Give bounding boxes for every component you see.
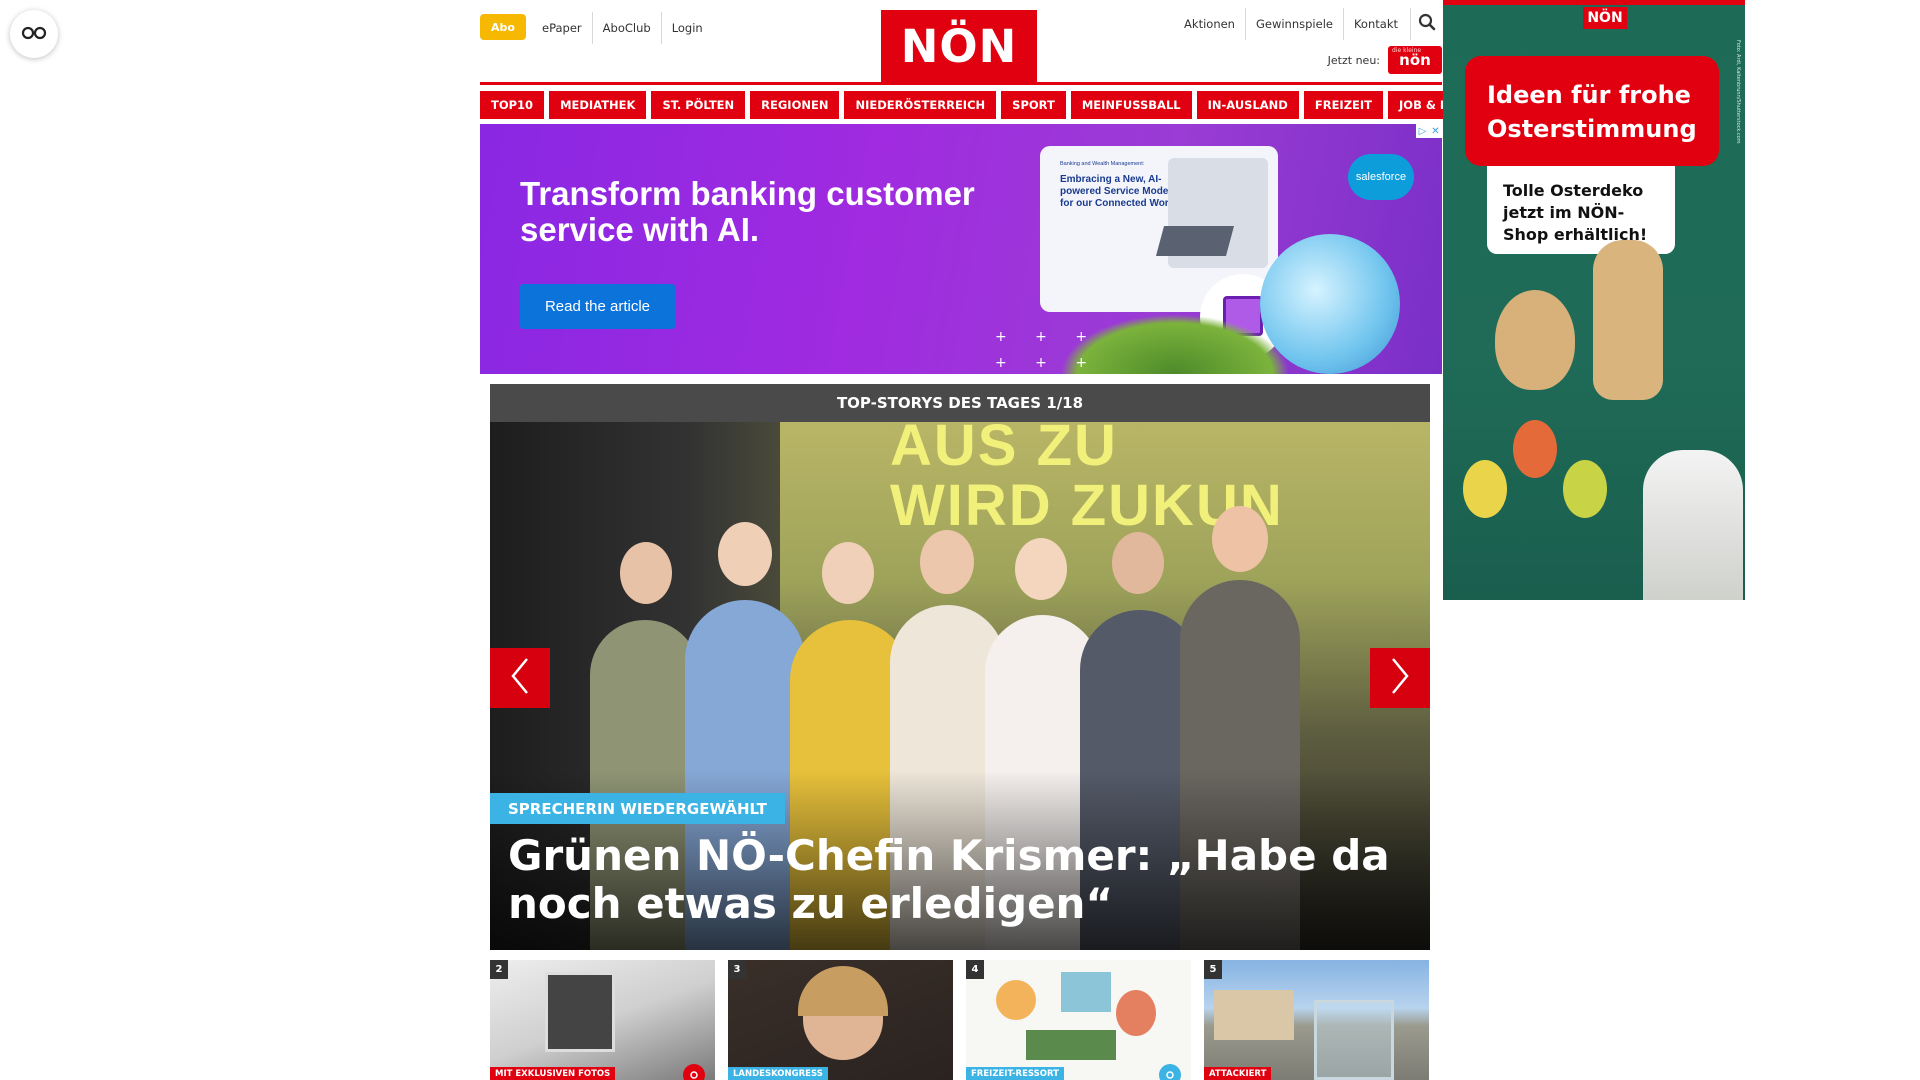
nav-item-sport[interactable]: SPORT	[1001, 91, 1066, 119]
adchoices-icon[interactable]: ▷	[1416, 124, 1429, 138]
side-ad-easter[interactable]: NÖN Foto: Ardi, Kaltenbrunn/Shutterstock…	[1443, 0, 1745, 600]
side-ad-bubble: Ideen für frohe Osterstimmung	[1465, 56, 1719, 166]
ad-card-kicker: Banking and Wealth Management:	[1060, 161, 1145, 167]
ad-choices[interactable]: ▷ ✕	[1416, 124, 1442, 138]
chevron-right-icon	[1389, 656, 1411, 700]
side-ad-note: Tolle Osterdeko jetzt im NÖN-Shop erhält…	[1487, 166, 1675, 254]
story-thumbnails: 2 MIT EXKLUSIVEN FOTOS 3 LANDESKONGRESS …	[490, 960, 1430, 1080]
header-divider	[480, 82, 1442, 85]
side-ad-topline	[1443, 0, 1745, 5]
aboclub-link[interactable]: AboClub	[591, 12, 661, 44]
login-link[interactable]: Login	[660, 12, 713, 44]
easter-egg-decor	[1495, 290, 1575, 390]
egg-sticks-decor	[1463, 420, 1613, 540]
top-links-left: ePaper AboClub Login	[532, 12, 713, 44]
story-kicker: SPRECHERIN WIEDERGEWÄHLT	[490, 793, 785, 824]
slider-next-button[interactable]	[1370, 648, 1430, 708]
top-stories-slider: TOP-STORYS DES TAGES 1/18 AUS ZU WIRD ZU…	[490, 384, 1430, 950]
thumbnail-number: 4	[966, 960, 984, 979]
thumbnail-tag: LANDESKONGRESS	[728, 1067, 828, 1080]
nav-item-st-poelten[interactable]: ST. PÖLTEN	[651, 91, 746, 119]
aktionen-link[interactable]: Aktionen	[1174, 8, 1245, 40]
reader-mode-button[interactable]	[10, 10, 58, 58]
ad-decor-dots: + + + + + +	[995, 329, 1100, 371]
epaper-link[interactable]: ePaper	[532, 12, 592, 44]
thumbnail-number: 2	[490, 960, 508, 979]
top-links-right: Aktionen Gewinnspiele Kontakt	[1174, 8, 1442, 40]
gewinnspiele-link[interactable]: Gewinnspiele	[1244, 8, 1343, 40]
chevron-left-icon	[509, 656, 531, 700]
ad-close-icon[interactable]: ✕	[1429, 124, 1442, 138]
nav-item-in-ausland[interactable]: IN-AUSLAND	[1196, 91, 1299, 119]
bunny-photo	[1643, 450, 1743, 600]
thumbnail-tag: ATTACKIERT	[1204, 1067, 1272, 1080]
thumbnail-2[interactable]: 2 MIT EXKLUSIVEN FOTOS	[490, 960, 715, 1080]
side-ad-headline: Ideen für frohe Osterstimmung	[1487, 81, 1697, 143]
thumbnail-number: 5	[1204, 960, 1222, 979]
site-logo[interactable]: NÖN	[881, 10, 1037, 82]
kleine-noen-badge[interactable]: nön	[1388, 46, 1442, 74]
abo-button[interactable]: Abo	[480, 14, 526, 40]
jetzt-neu-label: Jetzt neu:	[1327, 53, 1380, 67]
main-nav: TOP10 MEDIATHEK ST. PÖLTEN REGIONEN NIED…	[480, 91, 1516, 119]
kontakt-link[interactable]: Kontakt	[1342, 8, 1408, 40]
top-story-slide[interactable]: AUS ZU WIRD ZUKUN SPRECHERIN WIEDERGEWÄH…	[490, 422, 1430, 950]
nav-item-meinfussball[interactable]: MEINFUSSBALL	[1070, 91, 1192, 119]
nav-item-top10[interactable]: TOP10	[480, 91, 545, 119]
story-headline[interactable]: Grünen NÖ-Chefin Krismer: „Habe da noch …	[508, 832, 1418, 928]
camera-icon	[1159, 1064, 1181, 1080]
thumbnail-tag: FREIZEIT-RESSORT	[966, 1067, 1064, 1080]
nav-item-freizeit[interactable]: FREIZEIT	[1303, 91, 1384, 119]
nav-item-regionen[interactable]: REGIONEN	[750, 91, 840, 119]
side-ad-note-text: Tolle Osterdeko jetzt im NÖN-Shop erhält…	[1503, 181, 1648, 244]
thumbnail-5[interactable]: 5 ATTACKIERT	[1204, 960, 1429, 1080]
glasses-icon	[21, 25, 47, 44]
rabbit-decor	[1593, 240, 1663, 400]
nav-item-niederoesterreich[interactable]: NIEDERÖSTERREICH	[844, 91, 997, 119]
search-button[interactable]	[1410, 8, 1442, 40]
top-stories-header: TOP-STORYS DES TAGES 1/18	[490, 384, 1430, 422]
side-ad-credit: Foto: Ardi, Kaltenbrunn/Shutterstock.com	[1735, 40, 1741, 144]
camera-icon	[683, 1064, 705, 1080]
ad-read-article-button[interactable]: Read the article	[520, 284, 675, 329]
ad-headline: Transform banking customer service with …	[520, 175, 975, 248]
nav-item-mediathek[interactable]: MEDIATHEK	[549, 91, 647, 119]
thumbnail-4[interactable]: 4 FREIZEIT-RESSORT	[966, 960, 1191, 1080]
side-ad-logo: NÖN	[1583, 7, 1627, 29]
thumbnail-3[interactable]: 3 LANDESKONGRESS	[728, 960, 953, 1080]
banner-ad[interactable]: Transform banking customer service with …	[480, 124, 1442, 374]
salesforce-logo: salesforce	[1348, 154, 1414, 200]
thumbnail-tag: MIT EXKLUSIVEN FOTOS	[490, 1067, 616, 1080]
ad-card-title: Embracing a New, AI-powered Service Mode…	[1060, 174, 1178, 209]
search-icon	[1418, 13, 1436, 35]
jetzt-neu-promo[interactable]: Jetzt neu: nön	[1328, 46, 1442, 74]
top-bar: Abo ePaper AboClub Login NÖN Aktionen Ge…	[480, 0, 1442, 82]
slider-prev-button[interactable]	[490, 648, 550, 708]
main-column: Abo ePaper AboClub Login NÖN Aktionen Ge…	[480, 0, 1516, 1080]
thumbnail-number: 3	[728, 960, 746, 979]
